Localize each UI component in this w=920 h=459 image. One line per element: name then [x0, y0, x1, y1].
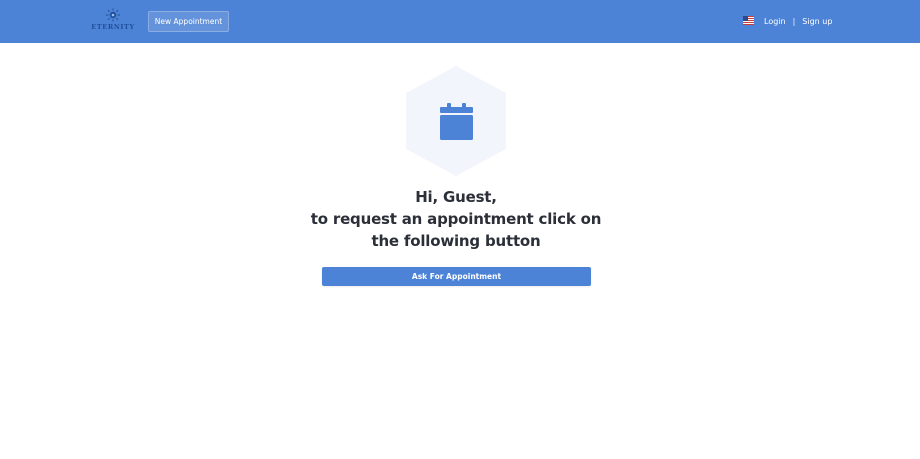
instruction-line-1: to request an appointment click on	[310, 210, 602, 228]
instruction-line-2: the following button	[371, 232, 541, 250]
us-flag-icon[interactable]	[743, 16, 754, 25]
logo-emblem-icon	[106, 8, 120, 22]
brand-logo[interactable]: ETERNITY	[90, 8, 136, 36]
calendar-icon	[440, 103, 473, 140]
top-navbar: ETERNITY New Appointment Login | Sign up	[0, 0, 920, 43]
greeting-line: Hi, Guest,	[415, 188, 497, 206]
auth-separator: |	[792, 16, 796, 26]
guest-message: Hi, Guest, to request an appointment cli…	[300, 186, 612, 252]
auth-links: Login | Sign up	[764, 14, 832, 28]
brand-name: ETERNITY	[91, 23, 135, 31]
login-link[interactable]: Login	[764, 17, 786, 26]
ask-for-appointment-button[interactable]: Ask For Appointment	[322, 267, 591, 286]
new-appointment-button[interactable]: New Appointment	[148, 11, 229, 32]
signup-link[interactable]: Sign up	[802, 17, 832, 26]
